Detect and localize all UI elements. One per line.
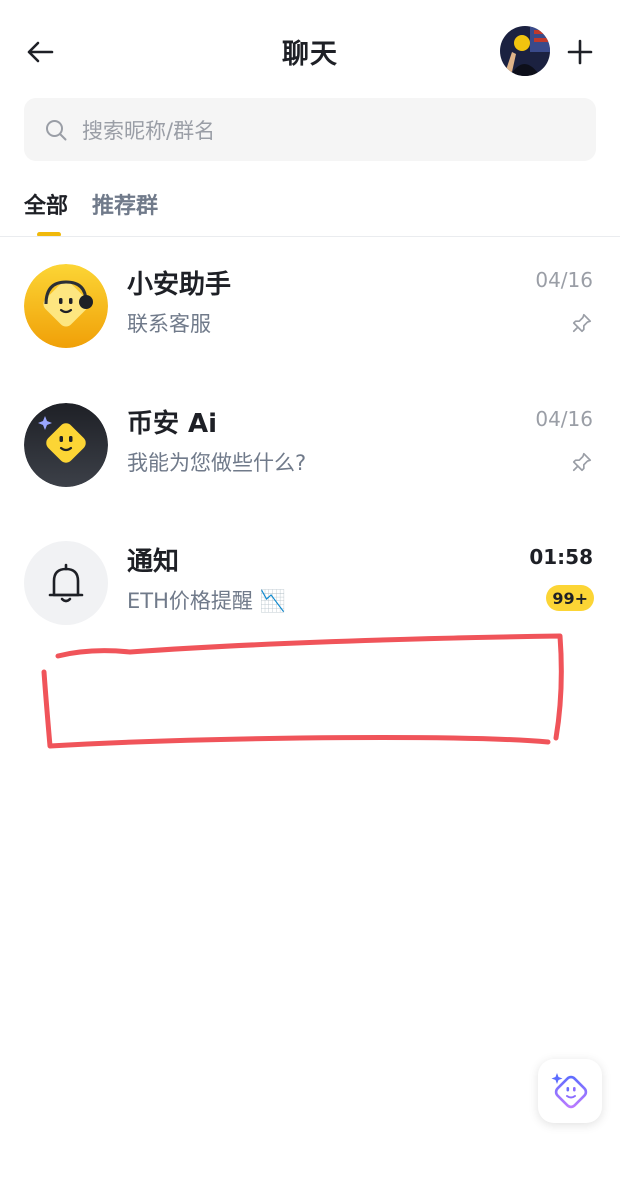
search-input[interactable]: 搜索昵称/群名: [24, 98, 596, 161]
pin-icon: [572, 313, 592, 333]
plus-icon: [567, 39, 593, 65]
ai-assistant-button[interactable]: [538, 1059, 602, 1123]
chat-time: 01:58: [529, 545, 593, 569]
avatar[interactable]: [500, 26, 550, 76]
divider: [0, 236, 620, 237]
chat-name: 小安助手: [127, 270, 232, 300]
header: 聊天: [0, 0, 620, 100]
ai-sparkle-face-icon: [551, 1073, 588, 1109]
chat-item-notifications[interactable]: 通知 ETH价格提醒 📉 01:58 99+: [0, 541, 620, 661]
chat-subtitle: 联系客服: [127, 312, 211, 336]
support-bot-avatar: [24, 264, 108, 348]
chat-time: 04/16: [535, 407, 593, 431]
tab-all[interactable]: 全部: [24, 188, 68, 238]
pin-icon: [572, 452, 592, 472]
chat-item-support-assistant[interactable]: 小安助手 联系客服 04/16: [0, 264, 620, 384]
chat-time: 04/16: [535, 268, 593, 292]
search-placeholder: 搜索昵称/群名: [82, 118, 216, 143]
add-button[interactable]: [562, 34, 598, 70]
unread-badge: 99+: [546, 585, 594, 611]
chat-subtitle: 我能为您做些什么?: [127, 451, 307, 475]
chat-name: 通知: [127, 547, 180, 577]
tab-bar: 全部 推荐群: [24, 188, 182, 238]
chat-item-binance-ai[interactable]: 币安 Ai 我能为您做些什么? 04/16: [0, 403, 620, 523]
ai-bot-avatar: [24, 403, 108, 487]
tab-recommended-groups[interactable]: 推荐群: [92, 188, 158, 238]
tab-label: 推荐群: [92, 194, 159, 219]
bell-icon: [24, 541, 108, 625]
search-icon: [46, 119, 67, 140]
tab-label: 全部: [24, 194, 69, 219]
chat-name: 币安 Ai: [127, 409, 218, 439]
chat-subtitle: ETH价格提醒 📉: [127, 589, 286, 613]
